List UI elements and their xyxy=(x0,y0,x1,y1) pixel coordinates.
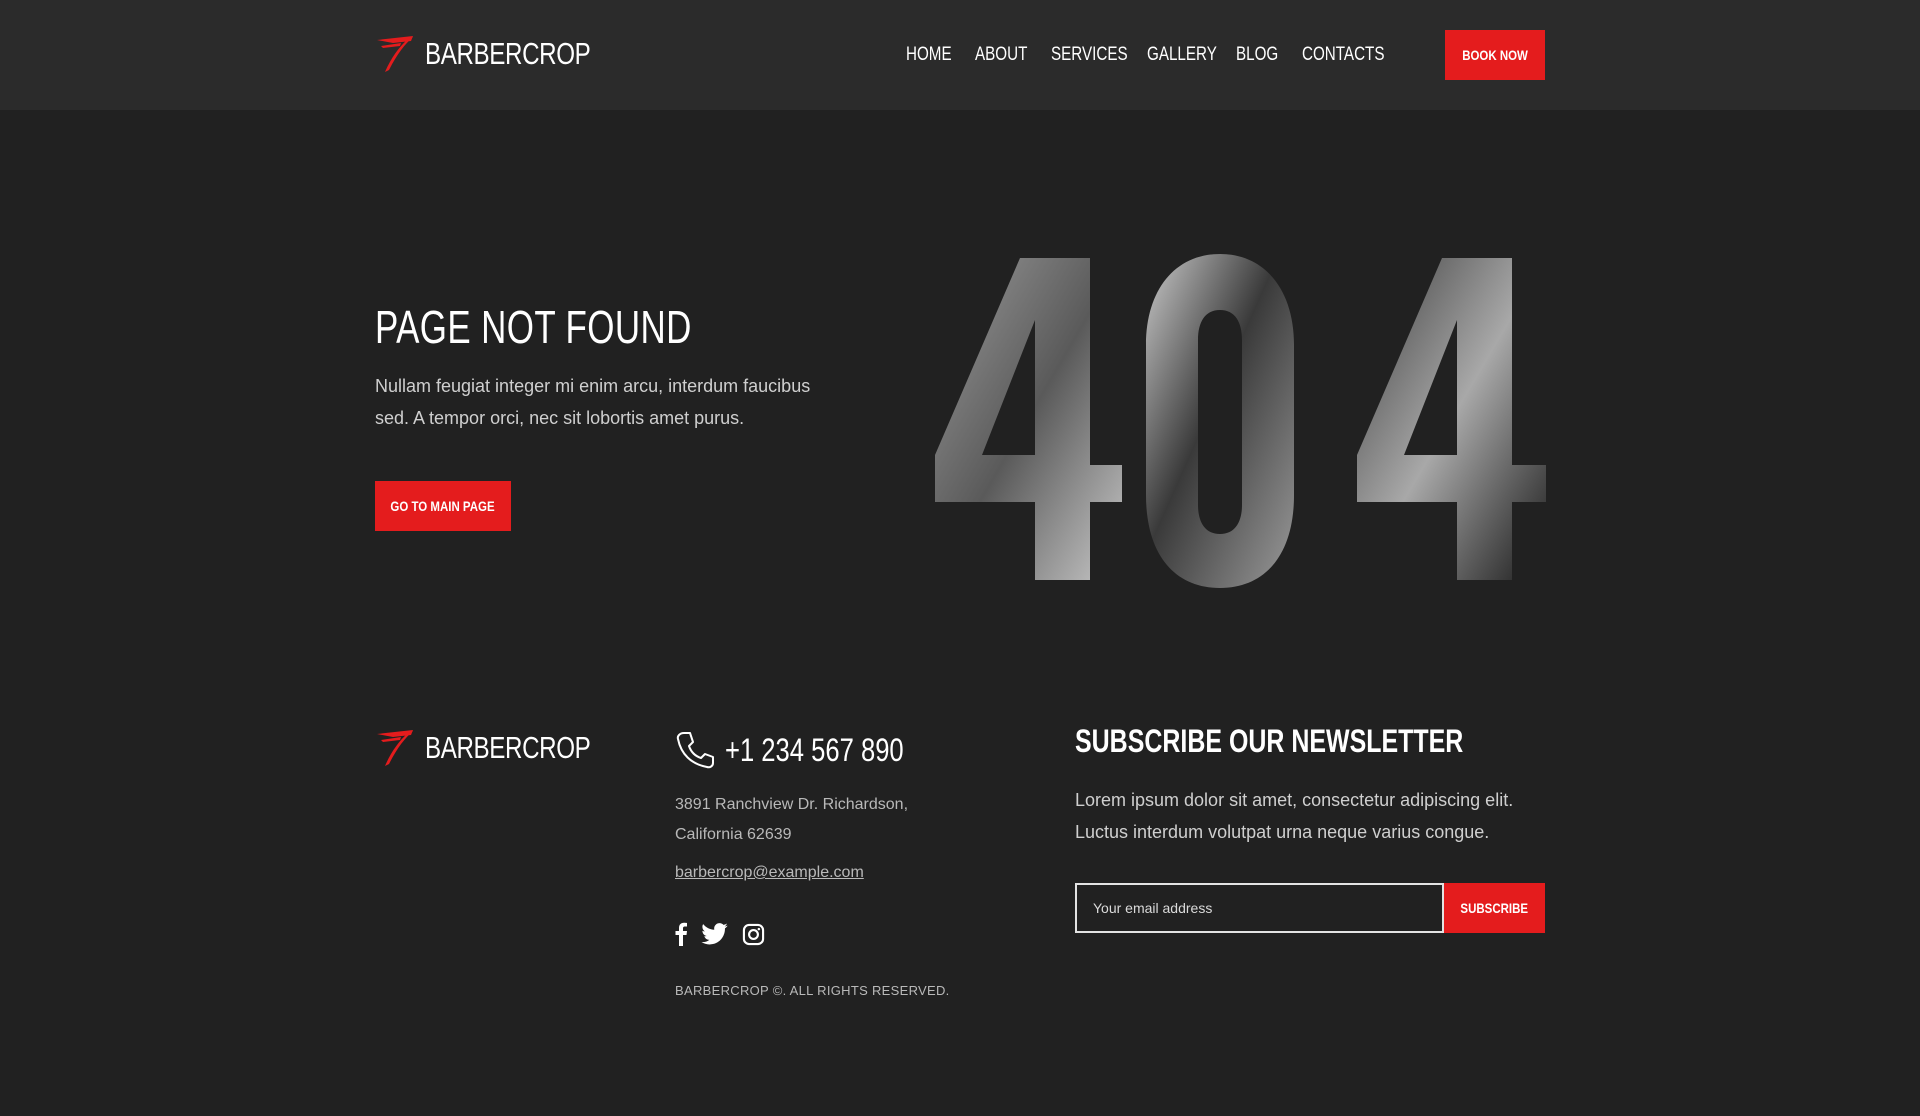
email-link[interactable]: barbercrop@example.com xyxy=(675,864,864,882)
phone-contact: +1 234 567 890 xyxy=(675,730,948,770)
newsletter-title: SUBSCRIBE OUR NEWSLETTER xyxy=(1075,723,1464,759)
address: 3891 Ranchview Dr. Richardson, Californi… xyxy=(675,790,945,850)
book-now-label: BOOK NOW xyxy=(1462,47,1528,63)
facebook-icon[interactable] xyxy=(675,922,687,951)
razor-logo-icon xyxy=(377,36,413,72)
copyright: BARBERCROP ©. ALL RIGHTS RESERVED. xyxy=(675,983,950,998)
phone-icon xyxy=(676,732,714,769)
subscribe-button[interactable]: SUBSCRIBE xyxy=(1444,883,1545,933)
subscribe-label: SUBSCRIBE xyxy=(1460,900,1529,916)
nav-gallery[interactable]: GALLERY xyxy=(1147,44,1217,66)
footer-logo[interactable]: BARBERCROP xyxy=(375,728,637,768)
newsletter-description: Lorem ipsum dolor sit amet, consectetur … xyxy=(1075,790,1514,842)
page-title: PAGE NOT FOUND xyxy=(375,301,692,353)
newsletter-email-input[interactable] xyxy=(1075,883,1444,933)
instagram-icon[interactable] xyxy=(742,923,765,951)
digit-zero xyxy=(1146,254,1294,588)
social-links xyxy=(675,922,765,951)
nav-services[interactable]: SERVICES xyxy=(1051,44,1128,66)
nav-home[interactable]: HOME xyxy=(906,44,952,66)
site-header: BARBERCROP HOME ABOUT SERVICES GALLERY B… xyxy=(0,0,1920,110)
go-to-main-page-label: GO TO MAIN PAGE xyxy=(390,498,496,514)
twitter-icon[interactable] xyxy=(701,923,728,950)
newsletter-form: SUBSCRIBE xyxy=(1075,883,1545,933)
address-line-1: 3891 Ranchview Dr. Richardson, xyxy=(675,796,909,813)
hero-description: Nullam feugiat integer mi enim arcu, int… xyxy=(375,376,811,428)
nav-blog[interactable]: BLOG xyxy=(1236,44,1278,66)
error-code-graphic xyxy=(935,254,1546,588)
nav-contacts[interactable]: CONTACTS xyxy=(1302,44,1384,66)
address-line-2: California 62639 xyxy=(675,826,792,843)
digit-four-left xyxy=(935,258,1122,580)
nav-about[interactable]: ABOUT xyxy=(975,44,1027,66)
header-logo[interactable]: BARBERCROP xyxy=(375,34,637,74)
book-now-button[interactable]: BOOK NOW xyxy=(1445,30,1545,80)
footer-brand-name: BARBERCROP xyxy=(425,730,591,765)
razor-logo-icon xyxy=(377,730,413,766)
phone-number[interactable]: +1 234 567 890 xyxy=(725,732,904,769)
go-to-main-page-button[interactable]: GO TO MAIN PAGE xyxy=(375,481,511,531)
digit-four-right xyxy=(1357,258,1546,580)
brand-name: BARBERCROP xyxy=(425,36,591,71)
